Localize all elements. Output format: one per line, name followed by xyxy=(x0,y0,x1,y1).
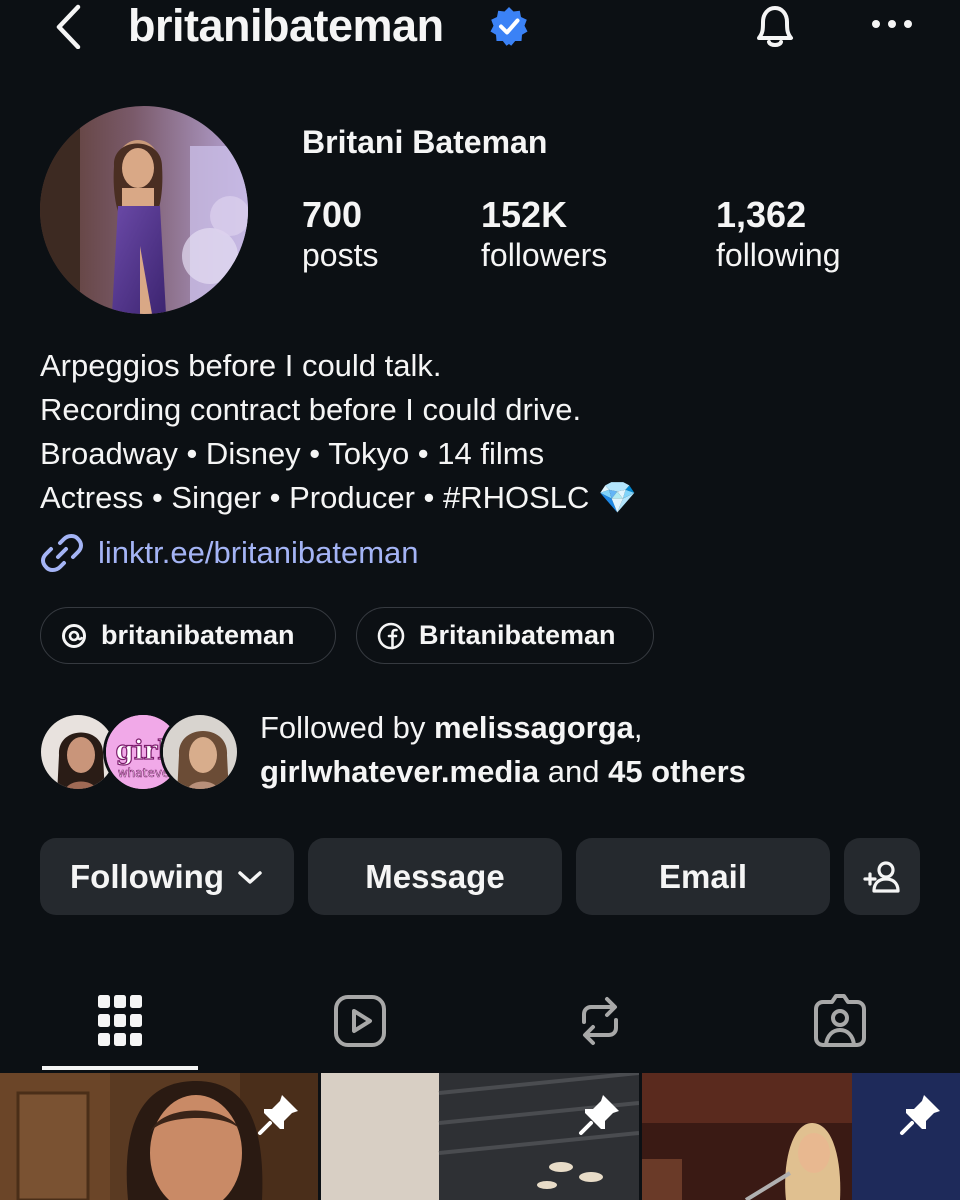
bio-line: Recording contract before I could drive. xyxy=(40,392,582,427)
link-text: linktr.ee/britanibateman xyxy=(98,535,419,570)
tab-tagged[interactable] xyxy=(720,980,960,1062)
profile-photo xyxy=(40,106,248,314)
followed-by-prefix: Followed by xyxy=(260,710,435,745)
reels-icon xyxy=(334,995,386,1047)
top-bar: britanibateman xyxy=(0,0,960,60)
followed-by-separator: , xyxy=(633,710,643,745)
profile-username: britanibateman xyxy=(128,0,444,51)
bell-icon xyxy=(757,6,793,47)
profile-avatar[interactable] xyxy=(40,106,248,314)
posts-count: 700 xyxy=(302,194,363,235)
following-count: 1,362 xyxy=(716,194,807,235)
email-label: Email xyxy=(658,857,748,895)
reposts-icon xyxy=(582,997,618,1045)
bio-line: Actress • Singer • Producer • #RHOSLC 💎 xyxy=(40,480,637,515)
active-tab-indicator xyxy=(42,1066,198,1070)
suggest-people-button[interactable] xyxy=(844,838,920,915)
tab-reposts[interactable] xyxy=(480,980,720,1062)
post-thumbnail[interactable] xyxy=(321,1073,639,1200)
bio-line: Broadway • Disney • Tokyo • 14 films xyxy=(40,436,545,471)
ellipsis-icon xyxy=(872,20,912,28)
profile-full-name: Britani Bateman xyxy=(302,124,548,160)
notifications-button[interactable] xyxy=(746,0,804,52)
followed-by-user: melissagorga xyxy=(434,710,634,745)
threads-pill[interactable]: britanibateman xyxy=(40,607,336,664)
posts-stat[interactable]: 700 posts xyxy=(302,194,378,274)
following-label: following xyxy=(716,237,841,273)
chevron-down-icon xyxy=(238,870,262,884)
pin-icon xyxy=(579,1095,619,1135)
grid-icon xyxy=(98,995,142,1046)
followers-count: 152K xyxy=(481,194,568,235)
threads-icon xyxy=(62,623,86,648)
threads-label: britanibateman xyxy=(101,620,295,650)
bio-line: Arpeggios before I could talk. xyxy=(40,348,442,383)
followed-by-user: girlwhatever.media xyxy=(260,754,540,789)
chevron-left-icon xyxy=(56,4,81,49)
facebook-pill[interactable]: Britanibateman xyxy=(356,607,654,664)
followers-label: followers xyxy=(481,237,608,273)
pin-icon xyxy=(900,1095,940,1135)
following-button[interactable]: Following xyxy=(40,838,294,915)
facebook-icon xyxy=(377,622,405,649)
follower-avatar[interactable] xyxy=(160,712,240,792)
posts-label: posts xyxy=(302,237,379,273)
verified-badge-icon xyxy=(490,7,528,46)
message-label: Message xyxy=(365,857,505,895)
add-person-icon xyxy=(863,860,900,893)
email-button[interactable]: Email xyxy=(576,838,830,915)
profile-tabs xyxy=(0,980,960,1072)
followed-by-text[interactable]: Followed by melissagorga, girlwhatever.m… xyxy=(260,706,746,794)
pin-icon xyxy=(258,1095,298,1135)
back-button[interactable] xyxy=(46,2,90,50)
link-icon xyxy=(41,534,83,572)
post-thumbnail[interactable] xyxy=(0,1073,318,1200)
followed-by-and: and xyxy=(539,754,609,789)
facebook-label: Britanibateman xyxy=(419,620,616,650)
tab-reels[interactable] xyxy=(240,980,480,1062)
profile-link[interactable]: linktr.ee/britanibateman xyxy=(40,530,419,576)
followers-stat[interactable]: 152K followers xyxy=(481,194,607,274)
follower-photo xyxy=(163,715,237,789)
posts-grid xyxy=(0,1073,960,1200)
tab-posts-grid[interactable] xyxy=(0,980,240,1062)
message-button[interactable]: Message xyxy=(308,838,562,915)
following-label: Following xyxy=(70,857,224,895)
post-thumbnail[interactable] xyxy=(642,1073,960,1200)
tagged-icon xyxy=(814,994,866,1047)
followed-by-others: 45 others xyxy=(608,754,746,789)
profile-bio: Arpeggios before I could talk. Recording… xyxy=(40,344,637,520)
more-options-button[interactable] xyxy=(866,4,918,44)
following-stat[interactable]: 1,362 following xyxy=(716,194,841,274)
